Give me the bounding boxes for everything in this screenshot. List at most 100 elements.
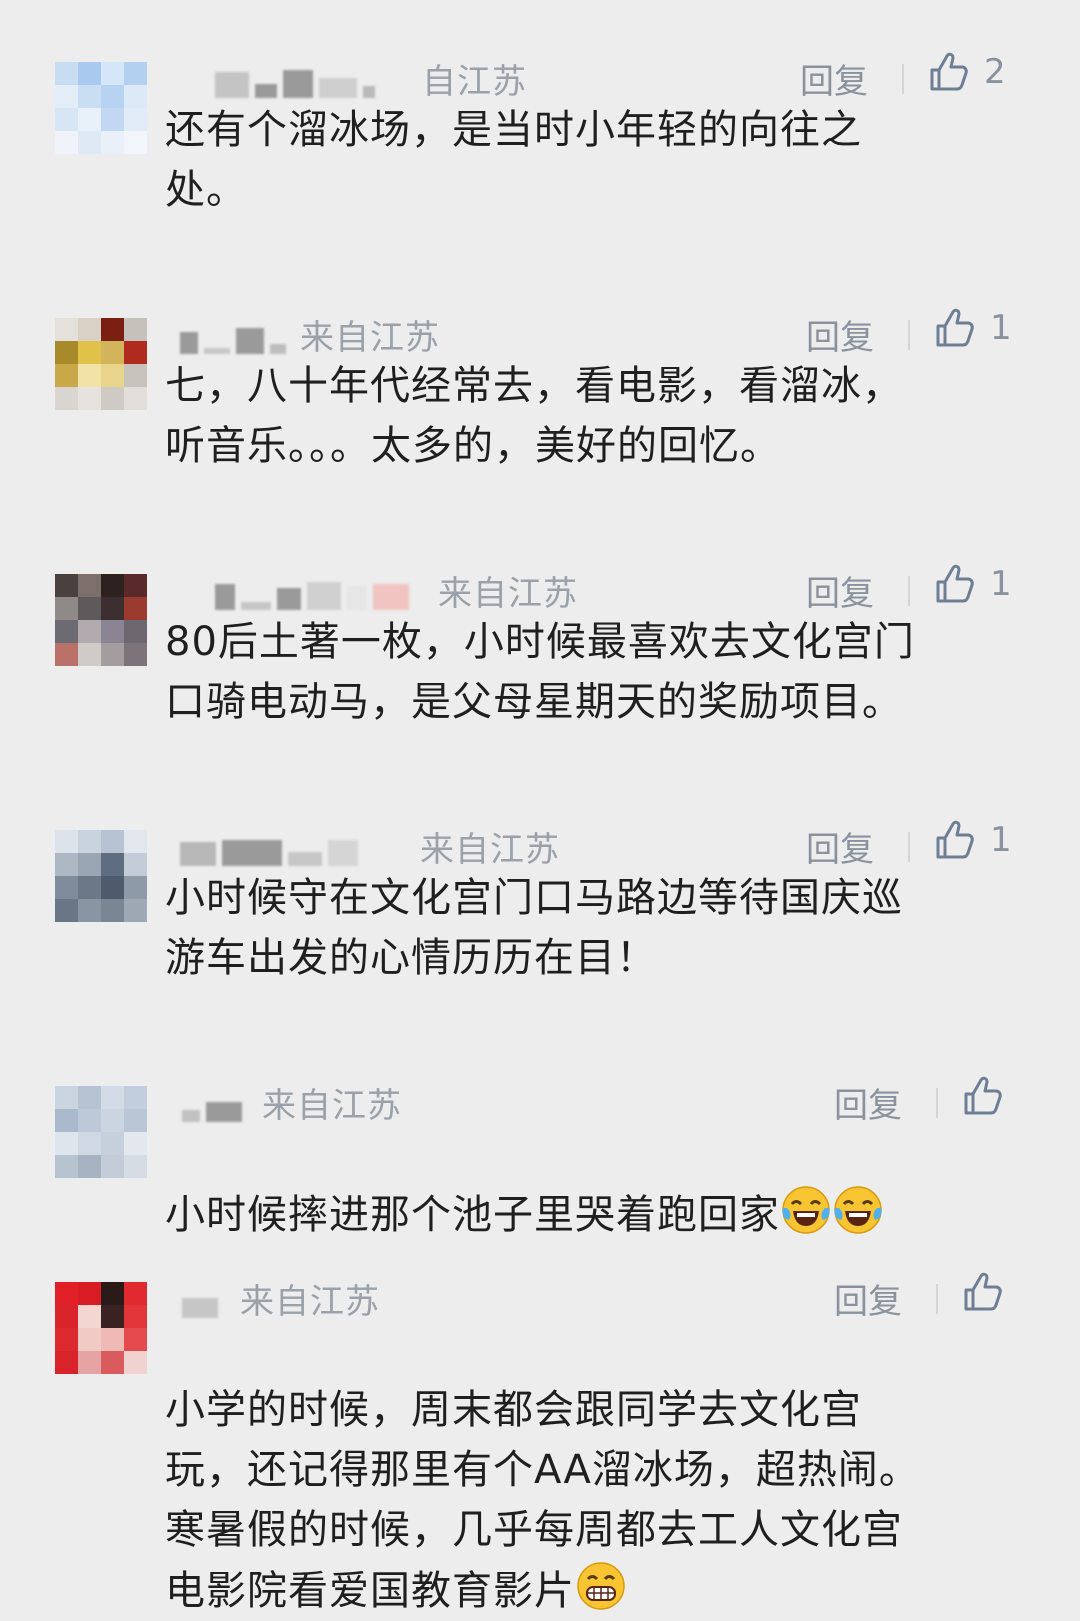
username-blurred[interactable]: [215, 574, 409, 610]
avatar-pixel: [55, 1132, 78, 1155]
avatar-pixel: [101, 899, 124, 922]
avatar[interactable]: [55, 1086, 147, 1178]
avatar-pixel: [124, 830, 147, 853]
avatar-pixel: [101, 341, 124, 364]
avatar-pixel: [124, 899, 147, 922]
thumbs-up-icon: [964, 1076, 1002, 1115]
thumbs-up-icon: [936, 820, 974, 859]
thumbs-up-icon: [936, 308, 974, 347]
avatar-pixel: [78, 643, 101, 666]
username-blurred[interactable]: [182, 1086, 242, 1122]
like-button[interactable]: 1: [932, 818, 1012, 862]
reply-button[interactable]: 回复: [800, 54, 868, 103]
like-button[interactable]: [960, 1074, 1004, 1118]
laugh-cry-emoji: [834, 1186, 882, 1234]
location-label: 来自江苏: [438, 574, 578, 614]
avatar-pixel: [124, 1328, 147, 1351]
avatar-pixel: [101, 364, 124, 387]
avatar-pixel: [78, 597, 101, 620]
avatar-pixel: [101, 1305, 124, 1328]
avatar-pixel: [124, 597, 147, 620]
avatar-pixel: [101, 830, 124, 853]
avatar-pixel: [124, 108, 147, 131]
avatar-pixel: [124, 853, 147, 876]
avatar-pixel: [55, 318, 78, 341]
avatar-pixel: [101, 597, 124, 620]
like-button[interactable]: [960, 1270, 1004, 1314]
avatar-pixel: [78, 85, 101, 108]
like-button[interactable]: 2: [926, 50, 1006, 94]
avatar-pixel: [78, 876, 101, 899]
avatar-pixel: [124, 62, 147, 85]
avatar[interactable]: [55, 62, 147, 154]
avatar-pixel: [55, 1282, 78, 1305]
like-button[interactable]: 1: [932, 562, 1012, 606]
avatar-pixel: [55, 643, 78, 666]
divider: [902, 64, 904, 94]
avatar-pixel: [101, 387, 124, 410]
divider: [936, 1284, 938, 1314]
avatar-pixel: [124, 1155, 147, 1178]
avatar-pixel: [101, 318, 124, 341]
divider: [936, 1088, 938, 1118]
username-blurred[interactable]: [180, 318, 286, 354]
avatar-pixel: [101, 108, 124, 131]
avatar-pixel: [124, 364, 147, 387]
avatar-pixel: [124, 876, 147, 899]
avatar-pixel: [101, 1086, 124, 1109]
avatar-pixel: [101, 62, 124, 85]
avatar-pixel: [101, 131, 124, 154]
comment-text: 还有个溜冰场，是当时小年轻的向往之 处。: [165, 107, 862, 213]
comment-text: 80后土著一枚，小时候最喜欢去文化宫门 口骑电动马，是父母星期天的奖励项目。: [165, 619, 915, 725]
like-count: 2: [984, 52, 1006, 92]
avatar[interactable]: [55, 1282, 147, 1374]
reply-button[interactable]: 回复: [834, 1274, 902, 1323]
avatar-pixel: [78, 318, 101, 341]
avatar-pixel: [124, 131, 147, 154]
avatar-pixel: [55, 131, 78, 154]
avatar-pixel: [55, 574, 78, 597]
avatar-pixel: [55, 1305, 78, 1328]
like-button[interactable]: 1: [932, 306, 1012, 350]
reply-button[interactable]: 回复: [806, 566, 874, 615]
avatar-pixel: [78, 1109, 101, 1132]
comment-text: 小时候守在文化宫门口马路边等待国庆巡 游车出发的心情历历在目！: [165, 875, 903, 981]
avatar-pixel: [101, 1351, 124, 1374]
avatar-pixel: [78, 899, 101, 922]
avatar-pixel: [55, 364, 78, 387]
avatar-pixel: [78, 1305, 101, 1328]
username-blurred[interactable]: [180, 830, 358, 866]
avatar-pixel: [124, 341, 147, 364]
avatar[interactable]: [55, 574, 147, 666]
avatar-pixel: [55, 1109, 78, 1132]
username-blurred[interactable]: [215, 62, 375, 98]
reply-button[interactable]: 回复: [806, 310, 874, 359]
location-label: 来自江苏: [262, 1086, 402, 1126]
like-count: 1: [990, 564, 1012, 604]
avatar-pixel: [78, 62, 101, 85]
location-label: 自江苏: [422, 62, 527, 102]
avatar-pixel: [101, 876, 124, 899]
avatar-pixel: [78, 387, 101, 410]
avatar-pixel: [124, 1282, 147, 1305]
username-blurred[interactable]: [182, 1282, 218, 1318]
avatar-pixel: [55, 1086, 78, 1109]
avatar-pixel: [101, 1132, 124, 1155]
avatar-pixel: [124, 1305, 147, 1328]
avatar[interactable]: [55, 318, 147, 410]
divider: [908, 320, 910, 350]
avatar-pixel: [78, 364, 101, 387]
like-count: 1: [990, 308, 1012, 348]
avatar-pixel: [124, 1132, 147, 1155]
reply-button[interactable]: 回复: [806, 822, 874, 871]
thumbs-up-icon: [936, 564, 974, 603]
comment-text-body: 小时候摔进那个池子里哭着跑回家: [165, 1192, 780, 1238]
avatar-pixel: [78, 1086, 101, 1109]
avatar-pixel: [55, 341, 78, 364]
location-label: 来自江苏: [420, 830, 560, 870]
avatar-pixel: [124, 318, 147, 341]
avatar[interactable]: [55, 830, 147, 922]
reply-button[interactable]: 回复: [834, 1078, 902, 1127]
grin-emoji: [577, 1562, 625, 1610]
location-label: 来自江苏: [300, 318, 440, 358]
